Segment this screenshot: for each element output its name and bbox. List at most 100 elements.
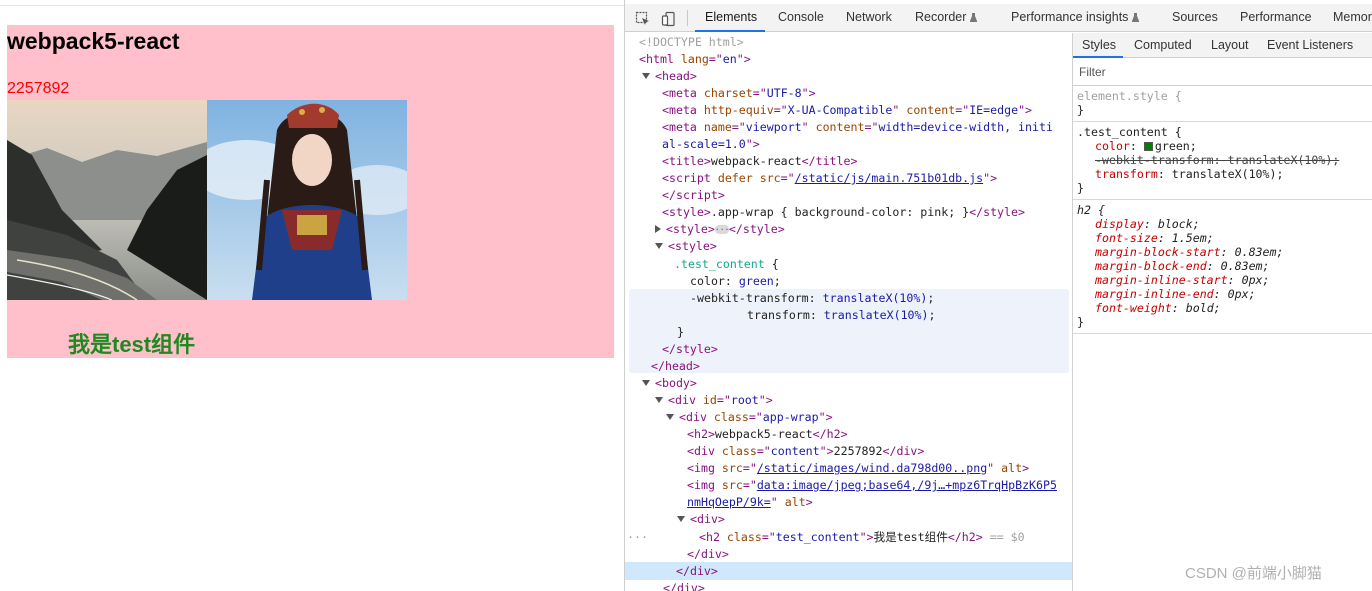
subtab-computed[interactable]: Computed bbox=[1134, 38, 1192, 52]
toolbar-divider bbox=[687, 10, 688, 26]
styles-pane: Styles Computed Layout Event Listeners F… bbox=[1072, 33, 1372, 591]
tree-div-inner-close: </div> bbox=[687, 547, 729, 561]
element-style-close: } bbox=[1077, 103, 1084, 117]
element-style-rule[interactable]: element.style { bbox=[1077, 89, 1182, 103]
tree-script[interactable]: <script defer src="/static/js/main.751b0… bbox=[662, 170, 997, 187]
rule-divider bbox=[1073, 121, 1372, 122]
selected-row-dots[interactable]: ··· bbox=[627, 529, 648, 546]
styles-subtabs: Styles Computed Layout Event Listeners bbox=[1073, 33, 1372, 58]
expand-triangle-icon[interactable] bbox=[642, 73, 650, 79]
tree-img-base64-cont: nmHqOepP/9k=" alt> bbox=[687, 495, 813, 509]
ua-prop: font-weight: bold; bbox=[1095, 301, 1221, 315]
tree-script-close: </script> bbox=[662, 188, 725, 202]
inspect-element-icon[interactable] bbox=[635, 11, 651, 27]
subtab-styles[interactable]: Styles bbox=[1082, 38, 1116, 52]
color-swatch-icon[interactable] bbox=[1143, 142, 1153, 151]
ellipsis-icon[interactable]: ··· bbox=[714, 225, 729, 234]
portrait-image bbox=[207, 100, 407, 300]
tab-performance[interactable]: Performance bbox=[1240, 10, 1312, 24]
tree-style-expanded[interactable]: <style> bbox=[655, 238, 717, 255]
tree-title[interactable]: <title>webpack-react</title> bbox=[662, 153, 857, 170]
tree-h2[interactable]: <h2>webpack5-react</h2> bbox=[687, 426, 848, 443]
tree-style-app-wrap[interactable]: <style>.app-wrap { background-color: pin… bbox=[662, 204, 1025, 221]
content-number: 2257892 bbox=[7, 80, 70, 97]
wind-image bbox=[7, 100, 207, 300]
active-subtab-indicator bbox=[1073, 56, 1123, 58]
tab-recorder-label: Recorder bbox=[915, 10, 967, 24]
tab-memory[interactable]: Memor bbox=[1333, 10, 1372, 24]
test-component-heading: 我是test组件 bbox=[68, 332, 196, 357]
expand-triangle-icon[interactable] bbox=[642, 380, 650, 386]
img-data-link[interactable]: data:image/jpeg;base64,/9j…+mpz6TrqHpBzK… bbox=[757, 478, 1057, 492]
page-viewport: webpack5-react 2257892 我是test组件 bbox=[0, 0, 624, 591]
csdn-watermark: CSDN @前端小脚猫 bbox=[1185, 565, 1322, 582]
tree-body[interactable]: <body> bbox=[642, 375, 697, 392]
ua-prop: margin-inline-end: 0px; bbox=[1095, 287, 1256, 301]
tab-recorder[interactable]: Recorder bbox=[915, 10, 978, 24]
tree-div-content[interactable]: <div class="content">2257892</div> bbox=[687, 443, 924, 460]
tab-performance-insights-label: Performance insights bbox=[1011, 10, 1129, 24]
experiment-flask-icon bbox=[1132, 13, 1140, 22]
expand-triangle-icon[interactable] bbox=[655, 397, 663, 403]
tree-meta-charset[interactable]: <meta charset="UTF-8"> bbox=[662, 85, 816, 102]
filter-divider bbox=[1073, 85, 1372, 86]
tree-meta-viewport[interactable]: <meta name="viewport" content="width=dev… bbox=[662, 119, 1053, 136]
experiment-flask-icon bbox=[970, 13, 978, 22]
expand-triangle-icon[interactable] bbox=[677, 516, 685, 522]
expand-triangle-icon[interactable] bbox=[666, 414, 674, 420]
tree-div-root-close: </div> bbox=[663, 581, 705, 591]
ua-rule-close: } bbox=[1077, 315, 1084, 329]
tree-div-app-wrap[interactable]: <div class="app-wrap"> bbox=[666, 409, 833, 426]
styles-filter-input[interactable]: Filter bbox=[1079, 65, 1106, 79]
tree-h2-selected[interactable]: <h2 class="test_content">我是test组件</h2> =… bbox=[699, 529, 1025, 546]
tab-console[interactable]: Console bbox=[778, 10, 824, 24]
css-transform-line: transform: translateX(10%); bbox=[747, 308, 936, 322]
screen: webpack5-react 2257892 我是test组件 Elements… bbox=[0, 0, 1372, 591]
viewport-top-strip bbox=[0, 0, 624, 6]
tree-div-app-close: </div> bbox=[676, 564, 718, 578]
tree-html[interactable]: <html lang="en"> bbox=[639, 51, 751, 68]
page-heading: webpack5-react bbox=[7, 28, 180, 54]
devtools-tabbar: Elements Console Network Recorder Perfor… bbox=[625, 4, 1372, 32]
tab-network[interactable]: Network bbox=[846, 10, 892, 24]
ua-prop: font-size: 1.5em; bbox=[1095, 231, 1214, 245]
css-selector-line: .test_content { bbox=[674, 257, 779, 271]
tree-doctype[interactable]: <!DOCTYPE html> bbox=[639, 34, 744, 51]
rule-divider bbox=[1073, 199, 1372, 200]
tab-sources[interactable]: Sources bbox=[1172, 10, 1218, 24]
rule-close: } bbox=[1077, 181, 1084, 195]
tree-meta-compat[interactable]: <meta http-equiv="X-UA-Compatible" conte… bbox=[662, 102, 1032, 119]
img-src-link[interactable]: /static/images/wind.da798d00..png bbox=[757, 461, 987, 475]
mountain-road-picture bbox=[7, 100, 207, 300]
subtab-layout[interactable]: Layout bbox=[1211, 38, 1249, 52]
tree-img-base64[interactable]: <img src="data:image/jpeg;base64,/9j…+mp… bbox=[687, 477, 1057, 494]
tree-style-close: </style> bbox=[662, 342, 718, 356]
tree-div-inner[interactable]: <div> bbox=[677, 511, 725, 528]
expand-triangle-icon[interactable] bbox=[655, 243, 663, 249]
script-src-link[interactable]: /static/js/main.751b01db.js bbox=[795, 171, 983, 185]
ua-prop: margin-block-start: 0.83em; bbox=[1095, 245, 1284, 259]
tree-div-root[interactable]: <div id="root"> bbox=[655, 392, 773, 409]
tree-head-close: </head> bbox=[651, 359, 700, 373]
tree-style-collapsed[interactable]: <style>···</style> bbox=[655, 221, 785, 238]
rule-divider bbox=[1073, 333, 1372, 334]
prop-webkit-transform[interactable]: -webkit-transform: translateX(10%); bbox=[1095, 153, 1339, 167]
portrait-picture bbox=[207, 100, 407, 300]
elements-tree[interactable]: <!DOCTYPE html> <html lang="en"> <head> … bbox=[625, 33, 1072, 591]
prop-color[interactable]: color: green; bbox=[1095, 139, 1197, 153]
tree-head[interactable]: <head> bbox=[642, 68, 697, 85]
ua-prop: margin-inline-start: 0px; bbox=[1095, 273, 1270, 287]
css-webkit-line: -webkit-transform: translateX(10%); bbox=[690, 291, 935, 305]
prop-transform[interactable]: transform: translateX(10%); bbox=[1095, 167, 1283, 181]
tab-elements[interactable]: Elements bbox=[705, 10, 757, 24]
tab-performance-insights[interactable]: Performance insights bbox=[1011, 10, 1140, 24]
css-color-line: color: green; bbox=[690, 274, 781, 288]
subtab-event-listeners[interactable]: Event Listeners bbox=[1267, 38, 1353, 52]
active-tab-indicator bbox=[695, 30, 765, 32]
ua-h2-selector[interactable]: h2 { bbox=[1077, 203, 1105, 217]
devtools-panel: Elements Console Network Recorder Perfor… bbox=[624, 0, 1372, 591]
test-content-selector[interactable]: .test_content { bbox=[1077, 125, 1182, 139]
tree-img-wind[interactable]: <img src="/static/images/wind.da798d00..… bbox=[687, 460, 1029, 477]
collapse-triangle-icon[interactable] bbox=[655, 225, 661, 233]
device-toolbar-icon[interactable] bbox=[661, 11, 677, 27]
